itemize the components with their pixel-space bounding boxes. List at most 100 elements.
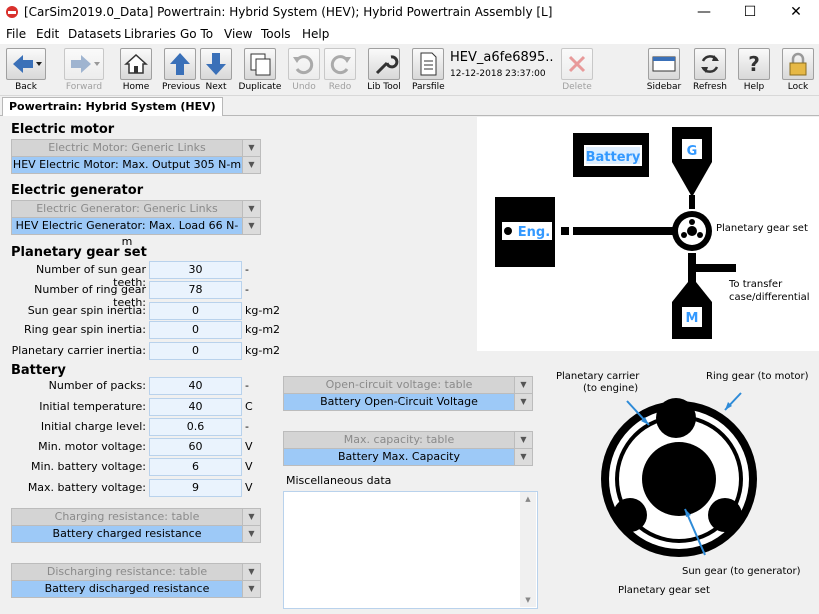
chevron-down-icon[interactable]: ▼: [242, 217, 261, 235]
charging-dataset-dropdown[interactable]: Battery charged resistance: [11, 525, 243, 543]
planetary-gear-detail-diagram: Planetary carrier (to engine) Ring gear …: [545, 355, 819, 610]
motor-dataset-dropdown[interactable]: HEV Electric Motor: Max. Output 305 N-m: [11, 156, 243, 174]
previous-button[interactable]: Previous: [162, 48, 200, 92]
chevron-down-icon[interactable]: ▼: [242, 200, 261, 218]
ocv-dataset-dropdown[interactable]: Battery Open-Circuit Voltage: [283, 393, 515, 411]
chevron-down-icon[interactable]: ▼: [514, 393, 533, 411]
charging-resistance-selector[interactable]: Charging resistance: table ▼ Battery cha…: [11, 508, 261, 543]
capacity-category-dropdown[interactable]: Max. capacity: table: [283, 431, 515, 449]
motor-dataset-selector[interactable]: Electric Motor: Generic Links ▼ HEV Elec…: [11, 139, 261, 174]
lock-button[interactable]: Lock: [782, 48, 814, 92]
max-battery-voltage-input[interactable]: 9: [149, 479, 242, 497]
generator-dataset-selector[interactable]: Electric Generator: Generic Links ▼ HEV …: [11, 200, 261, 248]
next-button[interactable]: Next: [200, 48, 232, 92]
undo-icon: [288, 48, 320, 80]
number-of-packs-unit: -: [245, 379, 249, 392]
misc-data-textarea[interactable]: [283, 491, 538, 609]
sun-gear-inertia-input[interactable]: 0: [149, 302, 242, 320]
menu-view[interactable]: View: [224, 27, 252, 41]
min-battery-voltage-input[interactable]: 6: [149, 458, 242, 476]
redo-button[interactable]: Redo: [324, 48, 356, 92]
chevron-down-icon[interactable]: ▼: [514, 431, 533, 449]
initial-charge-level-input[interactable]: 0.6: [149, 418, 242, 436]
chevron-down-icon[interactable]: ▼: [242, 156, 261, 174]
max-battery-voltage-label: Max. battery voltage:: [27, 481, 146, 494]
refresh-button[interactable]: Refresh: [692, 48, 728, 92]
section-title-electric-generator: Electric generator: [11, 183, 144, 198]
close-button[interactable]: ✕: [773, 0, 819, 25]
sidebar-button[interactable]: Sidebar: [646, 48, 682, 92]
discharging-category-dropdown[interactable]: Discharging resistance: table: [11, 563, 243, 581]
help-button[interactable]: ? Help: [738, 48, 770, 92]
home-icon: [120, 48, 152, 80]
hybrid-powertrain-diagram: Battery G Eng. Planetary gear set To tra…: [477, 117, 819, 351]
chevron-down-icon[interactable]: ▼: [242, 508, 261, 526]
ring-gear-inertia-input[interactable]: 0: [149, 321, 242, 339]
charging-category-dropdown[interactable]: Charging resistance: table: [11, 508, 243, 526]
back-arrow-icon: [6, 48, 46, 80]
chevron-down-icon[interactable]: ▼: [242, 563, 261, 581]
refresh-icon: [694, 48, 726, 80]
menu-file[interactable]: File: [6, 27, 26, 41]
generator-dataset-dropdown[interactable]: HEV Electric Generator: Max. Load 66 N-m: [11, 217, 243, 248]
menu-help[interactable]: Help: [302, 27, 329, 41]
carrier-inertia-input[interactable]: 0: [149, 342, 242, 360]
initial-temperature-label: Initial temperature:: [39, 400, 146, 413]
undo-button[interactable]: Undo: [288, 48, 320, 92]
generator-category-dropdown[interactable]: Electric Generator: Generic Links: [11, 200, 243, 218]
discharging-dataset-dropdown[interactable]: Battery discharged resistance: [11, 580, 243, 598]
ocv-category-dropdown[interactable]: Open-circuit voltage: table: [283, 376, 515, 394]
sun-gear-inertia-unit: kg-m2: [245, 304, 281, 317]
section-title-electric-motor: Electric motor: [11, 122, 115, 137]
redo-icon: [324, 48, 356, 80]
chevron-down-icon[interactable]: ▼: [242, 580, 261, 598]
lock-icon: [782, 48, 814, 80]
menu-tools[interactable]: Tools: [261, 27, 291, 41]
sun-gear-teeth-input[interactable]: 30: [149, 261, 242, 279]
misc-scrollbar[interactable]: ▲ ▼: [520, 492, 536, 607]
minimize-button[interactable]: —: [681, 0, 727, 25]
planetary-gear-set-label: Planetary gear set: [716, 223, 808, 234]
chevron-down-icon[interactable]: ▼: [514, 376, 533, 394]
planet-gear-top: [656, 398, 696, 438]
motor-label: M: [686, 311, 699, 326]
chevron-down-icon[interactable]: ▼: [242, 139, 261, 157]
motor-category-dropdown[interactable]: Electric Motor: Generic Links: [11, 139, 243, 157]
back-button[interactable]: Back: [6, 48, 46, 92]
forward-button[interactable]: Forward: [62, 48, 106, 92]
home-button[interactable]: Home: [120, 48, 152, 92]
tab-powertrain-hybrid[interactable]: Powertrain: Hybrid System (HEV): [2, 97, 223, 116]
maximize-button[interactable]: ☐: [727, 0, 773, 25]
lib-tool-button[interactable]: Lib Tool: [364, 48, 404, 92]
initial-temperature-unit: C: [245, 400, 253, 413]
ring-gear-teeth-input[interactable]: 78: [149, 281, 242, 299]
sidebar-icon: [648, 48, 680, 80]
min-motor-voltage-unit: V: [245, 440, 253, 453]
question-mark-icon: ?: [738, 48, 770, 80]
min-motor-voltage-input[interactable]: 60: [149, 438, 242, 456]
carrier-inertia-label: Planetary carrier inertia:: [11, 344, 146, 357]
svg-text:?: ?: [748, 52, 760, 76]
ocv-table-selector[interactable]: Open-circuit voltage: table ▼ Battery Op…: [283, 376, 533, 411]
initial-temperature-input[interactable]: 40: [149, 398, 242, 416]
discharging-resistance-selector[interactable]: Discharging resistance: table ▼ Battery …: [11, 563, 261, 598]
duplicate-button[interactable]: Duplicate: [238, 48, 282, 92]
capacity-dataset-dropdown[interactable]: Battery Max. Capacity: [283, 448, 515, 466]
window-title: [CarSim2019.0_Data] Powertrain: Hybrid S…: [24, 5, 553, 19]
menu-edit[interactable]: Edit: [36, 27, 59, 41]
menu-datasets[interactable]: Datasets: [68, 27, 121, 41]
planet-gear-left: [613, 498, 647, 532]
chevron-down-icon[interactable]: ▼: [242, 525, 261, 543]
menu-libraries[interactable]: Libraries: [124, 27, 176, 41]
battery-label: Battery: [586, 150, 641, 165]
ring-gear-inertia-label: Ring gear spin inertia:: [23, 323, 146, 336]
wrench-icon: [368, 48, 400, 80]
delete-button[interactable]: Delete: [560, 48, 594, 92]
number-of-packs-input[interactable]: 40: [149, 377, 242, 395]
menu-goto[interactable]: Go To: [180, 27, 213, 41]
parsfile-button[interactable]: Parsfile: [412, 48, 445, 92]
down-arrow-icon: [200, 48, 232, 80]
chevron-down-icon[interactable]: ▼: [514, 448, 533, 466]
capacity-table-selector[interactable]: Max. capacity: table ▼ Battery Max. Capa…: [283, 431, 533, 466]
initial-charge-level-label: Initial charge level:: [40, 420, 146, 433]
